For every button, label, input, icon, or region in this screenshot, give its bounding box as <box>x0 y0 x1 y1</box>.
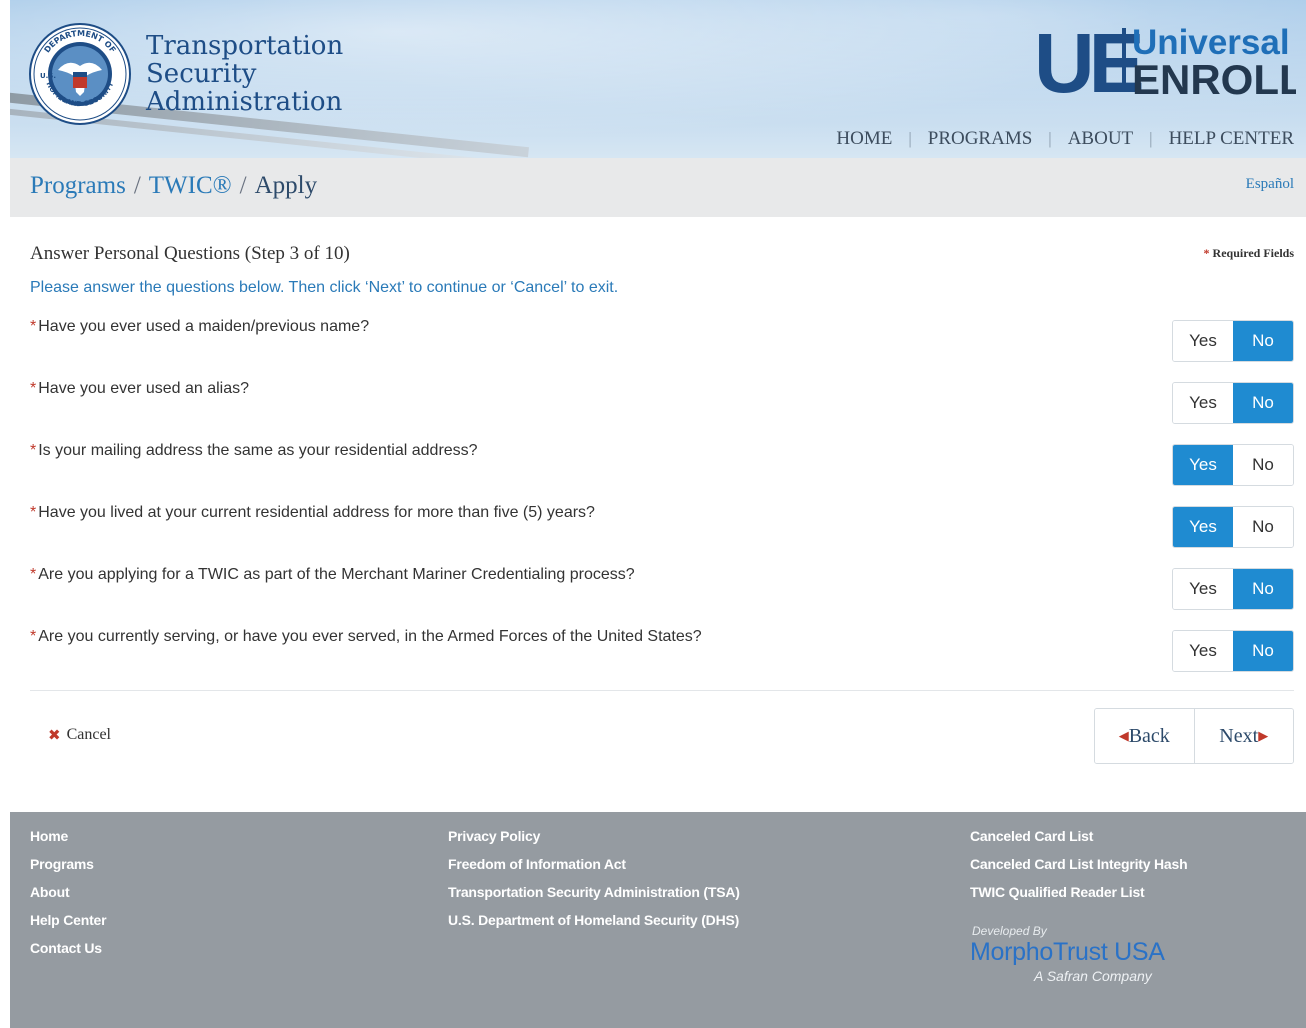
no-option[interactable]: No <box>1233 507 1293 547</box>
question-label: Are you applying for a TWIC as part of t… <box>38 566 635 583</box>
morphotrust-logo[interactable]: MorphoTrust USA <box>970 938 1165 967</box>
left-edge <box>0 0 10 1028</box>
required-star: * <box>1203 246 1210 260</box>
footer-column-site: Home Programs About Help Center Contact … <box>30 822 107 962</box>
question-row: * Are you applying for a TWIC as part of … <box>30 566 1294 612</box>
yes-no-toggle: Yes No <box>1172 568 1294 610</box>
yes-no-toggle: Yes No <box>1172 630 1294 672</box>
question-row: * Have you ever used a maiden/previous na… <box>30 318 1294 364</box>
caret-right-icon: ▶ <box>1258 728 1269 744</box>
footer-link-tsa[interactable]: Transportation Security Administration (… <box>448 878 740 906</box>
page: DEPARTMENT OF HOMELAND SECURITY U.S. Tra… <box>10 0 1306 1028</box>
caret-left-icon: ◀ <box>1118 728 1129 744</box>
footer-link-home[interactable]: Home <box>30 822 106 850</box>
top-nav: HOME | PROGRAMS | ABOUT | HELP CENTER <box>836 128 1294 150</box>
footer-link-programs[interactable]: Programs <box>30 850 106 878</box>
footer-link-foia[interactable]: Freedom of Information Act <box>448 850 740 878</box>
language-link[interactable]: Español <box>1246 176 1294 193</box>
no-option[interactable]: No <box>1233 569 1293 609</box>
no-option[interactable]: No <box>1233 631 1293 671</box>
question-row: * Is your mailing address the same as you… <box>30 442 1294 488</box>
footer-link-privacy-policy[interactable]: Privacy Policy <box>448 822 740 850</box>
next-button[interactable]: Next ▶ <box>1193 709 1293 763</box>
seal-text-left: U.S. <box>40 72 56 80</box>
nav-home[interactable]: HOME <box>836 128 892 150</box>
yes-option[interactable]: Yes <box>1173 631 1233 671</box>
yes-option[interactable]: Yes <box>1173 321 1233 361</box>
step-navigation: ◀ Back Next ▶ <box>1094 708 1294 764</box>
footer-link-qualified-reader-list[interactable]: TWIC Qualified Reader List <box>970 878 1187 906</box>
close-icon: ✖ <box>48 726 61 744</box>
developed-by-label: Developed By <box>972 924 1047 938</box>
question-row: * Have you ever used an alias? Yes No <box>30 380 1294 426</box>
universal-enroll-logo[interactable]: UE Universal ENROLL <box>1034 22 1296 102</box>
tsa-wordmark[interactable]: Transportation Security Administration <box>146 32 343 116</box>
tsa-line-1: Transportation <box>146 31 344 61</box>
footer-link-help-center[interactable]: Help Center <box>30 906 107 934</box>
nav-help-center[interactable]: HELP CENTER <box>1169 128 1294 150</box>
yes-option[interactable]: Yes <box>1173 383 1233 423</box>
divider <box>30 690 1294 691</box>
no-option[interactable]: No <box>1233 445 1293 485</box>
breadcrumb-current: Apply <box>254 172 318 199</box>
required-fields-label: Required Fields <box>1212 246 1294 260</box>
back-label: Back <box>1128 724 1170 747</box>
yes-no-toggle: Yes No <box>1172 506 1294 548</box>
instructions: Please answer the questions below. Then … <box>30 279 619 296</box>
footer-link-dhs[interactable]: U.S. Department of Homeland Security (DH… <box>448 906 740 934</box>
yes-option[interactable]: Yes <box>1173 445 1233 485</box>
footer-link-about[interactable]: About <box>30 878 106 906</box>
nav-separator: | <box>908 129 912 148</box>
yes-no-toggle: Yes No <box>1172 320 1294 362</box>
tsa-line-2: Security <box>146 59 257 89</box>
next-label: Next <box>1219 724 1259 747</box>
no-option[interactable]: No <box>1233 321 1293 361</box>
nav-separator: | <box>1048 129 1052 148</box>
cancel-button[interactable]: ✖ Cancel <box>48 726 111 744</box>
question-label: Is your mailing address the same as your… <box>38 442 478 459</box>
breadcrumb-programs[interactable]: Programs <box>30 172 126 200</box>
breadcrumb-twic[interactable]: TWIC® <box>149 172 232 200</box>
back-button[interactable]: ◀ Back <box>1095 709 1194 763</box>
question-row: * Have you lived at your current resident… <box>30 504 1294 550</box>
question-row: * Are you currently serving, or have you … <box>30 628 1294 674</box>
site-header: DEPARTMENT OF HOMELAND SECURITY U.S. Tra… <box>10 0 1306 158</box>
required-fields-note: * Required Fields <box>1204 246 1294 261</box>
nav-separator: | <box>1149 129 1153 148</box>
question-label: Are you currently serving, or have you e… <box>38 628 702 645</box>
footer-link-canceled-card-list[interactable]: Canceled Card List <box>970 822 1187 850</box>
yes-no-toggle: Yes No <box>1172 444 1294 486</box>
no-option[interactable]: No <box>1233 383 1293 423</box>
tsa-line-3: Administration <box>146 87 343 117</box>
safran-tagline: A Safran Company <box>1034 968 1152 984</box>
footer-column-twic: Canceled Card List Canceled Card List In… <box>970 822 1188 906</box>
ue-line-2: ENROLL <box>1132 56 1296 102</box>
question-label: Have you lived at your current residenti… <box>38 504 595 521</box>
question-label: Have you ever used a maiden/previous nam… <box>38 318 370 335</box>
page-title: Answer Personal Questions (Step 3 of 10) <box>30 243 350 264</box>
footer-link-integrity-hash[interactable]: Canceled Card List Integrity Hash <box>970 850 1188 878</box>
nav-programs[interactable]: PROGRAMS <box>928 128 1033 150</box>
yes-option[interactable]: Yes <box>1173 507 1233 547</box>
cancel-label: Cancel <box>66 726 111 743</box>
yes-no-toggle: Yes No <box>1172 382 1294 424</box>
dhs-seal-icon[interactable]: DEPARTMENT OF HOMELAND SECURITY U.S. <box>28 22 132 126</box>
breadcrumb-bar: Programs / TWIC® / Apply Español <box>10 158 1306 217</box>
breadcrumb: Programs / TWIC® / Apply <box>30 172 318 200</box>
footer-column-policy: Privacy Policy Freedom of Information Ac… <box>448 822 740 934</box>
yes-option[interactable]: Yes <box>1173 569 1233 609</box>
nav-about[interactable]: ABOUT <box>1068 128 1133 150</box>
footer-link-contact-us[interactable]: Contact Us <box>30 934 106 962</box>
site-footer: Home Programs About Help Center Contact … <box>10 812 1306 1028</box>
question-label: Have you ever used an alias? <box>38 380 250 397</box>
